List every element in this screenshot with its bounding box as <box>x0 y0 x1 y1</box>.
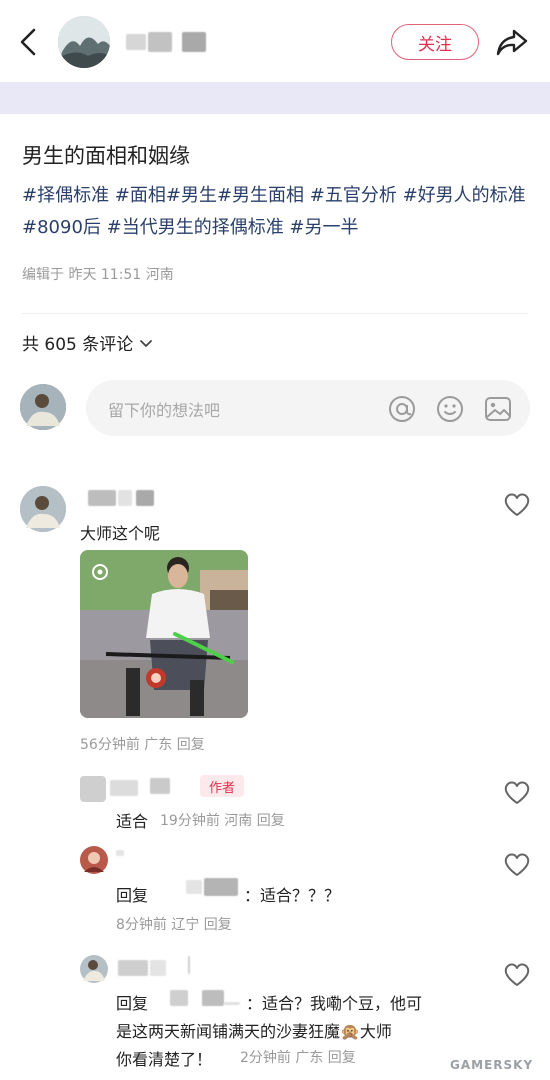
image-area-band <box>0 82 550 114</box>
current-user-avatar <box>20 384 66 430</box>
emoji-icon[interactable] <box>435 394 465 428</box>
watermark: GAMERSKY <box>450 1058 534 1072</box>
reply-text-line3: 你看清楚了！ <box>116 1050 213 1069</box>
reply-target-blurred <box>202 990 224 1006</box>
comment-photo[interactable] <box>80 550 248 718</box>
like-heart-icon[interactable] <box>502 490 532 518</box>
commenter-avatar[interactable] <box>20 486 66 532</box>
reply-prefix: 回复 <box>116 886 149 905</box>
reply-name-blurred <box>150 960 166 976</box>
commenter-name-blurred <box>136 490 154 506</box>
author-name-blurred <box>182 32 206 52</box>
image-upload-icon[interactable] <box>483 394 513 428</box>
like-heart-icon[interactable] <box>502 850 532 878</box>
reply-name-blurred <box>188 956 190 974</box>
reply-text: 适合 <box>116 812 149 831</box>
reply-target-blurred <box>170 990 188 1006</box>
commenter-name-blurred <box>88 490 116 506</box>
reply-name-blurred <box>110 780 138 796</box>
post-tags[interactable]: #择偶标准 #面相#男生#男生面相 #五官分析 #好男人的标准 #8090后 #… <box>22 180 527 244</box>
author-name-blurred <box>148 32 172 52</box>
reply-prefix: 回复 <box>116 994 149 1013</box>
reply-meta[interactable]: 19分钟前 河南 回复 <box>160 810 285 830</box>
top-bar: 关注 <box>0 0 550 82</box>
comment-meta[interactable]: 56分钟前 广东 回复 <box>80 734 205 754</box>
reply-avatar[interactable] <box>80 955 108 983</box>
reply-meta[interactable]: 2分钟前 广东 回复 <box>240 1047 356 1067</box>
comment-count-sort[interactable]: 共 605 条评论 <box>22 330 153 355</box>
reply-target-blurred <box>204 878 238 896</box>
reply-avatar[interactable] <box>80 846 108 874</box>
author-avatar[interactable] <box>58 16 110 68</box>
comment-input[interactable]: 留下你的想法吧 <box>86 380 530 436</box>
comment-count-label: 共 605 条评论 <box>22 335 134 355</box>
divider <box>22 313 528 314</box>
commenter-name-blurred <box>118 490 132 506</box>
post-title: 男生的面相和姻缘 <box>22 144 190 168</box>
like-heart-icon[interactable] <box>502 778 532 806</box>
reply-target-blurred <box>186 880 202 894</box>
author-name-blurred <box>126 34 146 50</box>
back-icon[interactable] <box>14 24 46 60</box>
share-icon[interactable] <box>494 24 530 60</box>
like-heart-icon[interactable] <box>502 960 532 988</box>
comment-text: 大师这个呢 <box>80 524 161 543</box>
reply-name-blurred <box>116 850 124 856</box>
reply-name-blurred <box>150 778 170 794</box>
reply-text: ：适合？我嘞个豆，他可 <box>246 994 423 1013</box>
chevron-down-icon <box>140 339 153 347</box>
follow-button[interactable]: 关注 <box>391 24 479 60</box>
author-badge: 作者 <box>200 775 244 797</box>
reply-text: ：适合？？？ <box>244 886 341 905</box>
reply-target-blurred <box>224 1002 240 1005</box>
reply-name-blurred <box>118 960 148 976</box>
reply-avatar-blurred[interactable] <box>80 776 106 802</box>
reply-text-line2: 是这两天新闻铺满天的沙妻狂魔🙊大师 <box>116 1022 392 1041</box>
post-meta: 编辑于 昨天 11:51 河南 <box>22 267 174 283</box>
reply-meta[interactable]: 8分钟前 辽宁 回复 <box>116 914 232 934</box>
comment-input-placeholder: 留下你的想法吧 <box>108 401 221 420</box>
at-mention-icon[interactable] <box>387 394 417 428</box>
